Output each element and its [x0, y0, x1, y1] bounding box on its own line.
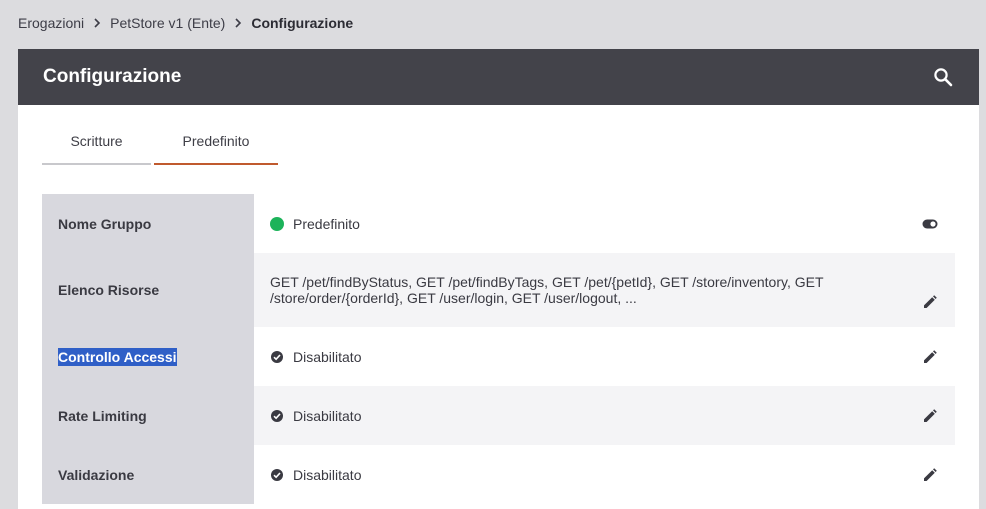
breadcrumb-item-erogazioni[interactable]: Erogazioni — [18, 15, 84, 31]
row-controllo-accessi: Controllo Accessi Disabilitato — [42, 327, 955, 386]
edit-pencil-icon[interactable] — [905, 386, 955, 445]
breadcrumb-item-petstore[interactable]: PetStore v1 (Ente) — [110, 15, 225, 31]
row-label: Nome Gruppo — [42, 194, 254, 253]
chevron-right-icon — [93, 18, 101, 28]
resources-list-value: GET /pet/findByStatus, GET /pet/findByTa… — [270, 274, 824, 306]
config-table: Nome Gruppo Predefinito Elenco Risorse G… — [42, 194, 955, 504]
row-label: Rate Limiting — [42, 386, 254, 445]
card-title: Configurazione — [43, 66, 182, 87]
rate-limiting-value: Disabilitato — [293, 407, 362, 424]
toggle-icon[interactable] — [905, 194, 955, 253]
chevron-right-icon — [234, 18, 242, 28]
row-rate-limiting: Rate Limiting Disabilitato — [42, 386, 955, 445]
row-value: Predefinito — [254, 194, 955, 253]
breadcrumb: Erogazioni PetStore v1 (Ente) Configuraz… — [18, 12, 353, 34]
row-value: Disabilitato — [254, 445, 955, 504]
validation-value: Disabilitato — [293, 466, 362, 483]
check-circle-icon — [270, 409, 284, 423]
configuration-card: Configurazione Scritture Predefinito Nom… — [18, 49, 979, 509]
access-control-value: Disabilitato — [293, 348, 362, 365]
row-elenco-risorse: Elenco Risorse GET /pet/findByStatus, GE… — [42, 253, 955, 327]
row-label: Validazione — [42, 445, 254, 504]
edit-pencil-icon[interactable] — [905, 327, 955, 386]
group-name-value: Predefinito — [293, 215, 360, 232]
tab-scritture[interactable]: Scritture — [42, 119, 151, 165]
row-label: Elenco Risorse — [42, 253, 254, 327]
row-validazione: Validazione Disabilitato — [42, 445, 955, 504]
edit-pencil-icon[interactable] — [905, 445, 955, 504]
search-icon[interactable] — [931, 65, 955, 89]
selected-label-text: Controllo Accessi — [58, 347, 177, 366]
row-value: Disabilitato — [254, 327, 955, 386]
row-nome-gruppo: Nome Gruppo Predefinito — [42, 194, 955, 253]
breadcrumb-current: Configurazione — [251, 15, 354, 31]
tab-predefinito[interactable]: Predefinito — [154, 119, 278, 165]
tab-bar: Scritture Predefinito — [42, 119, 281, 165]
card-header: Configurazione — [18, 49, 979, 105]
row-value: GET /pet/findByStatus, GET /pet/findByTa… — [254, 253, 955, 327]
check-circle-icon — [270, 350, 284, 364]
status-dot-icon — [270, 216, 284, 231]
check-circle-icon — [270, 468, 284, 482]
row-label: Controllo Accessi — [42, 327, 254, 386]
edit-pencil-icon[interactable] — [905, 253, 955, 327]
row-value: Disabilitato — [254, 386, 955, 445]
